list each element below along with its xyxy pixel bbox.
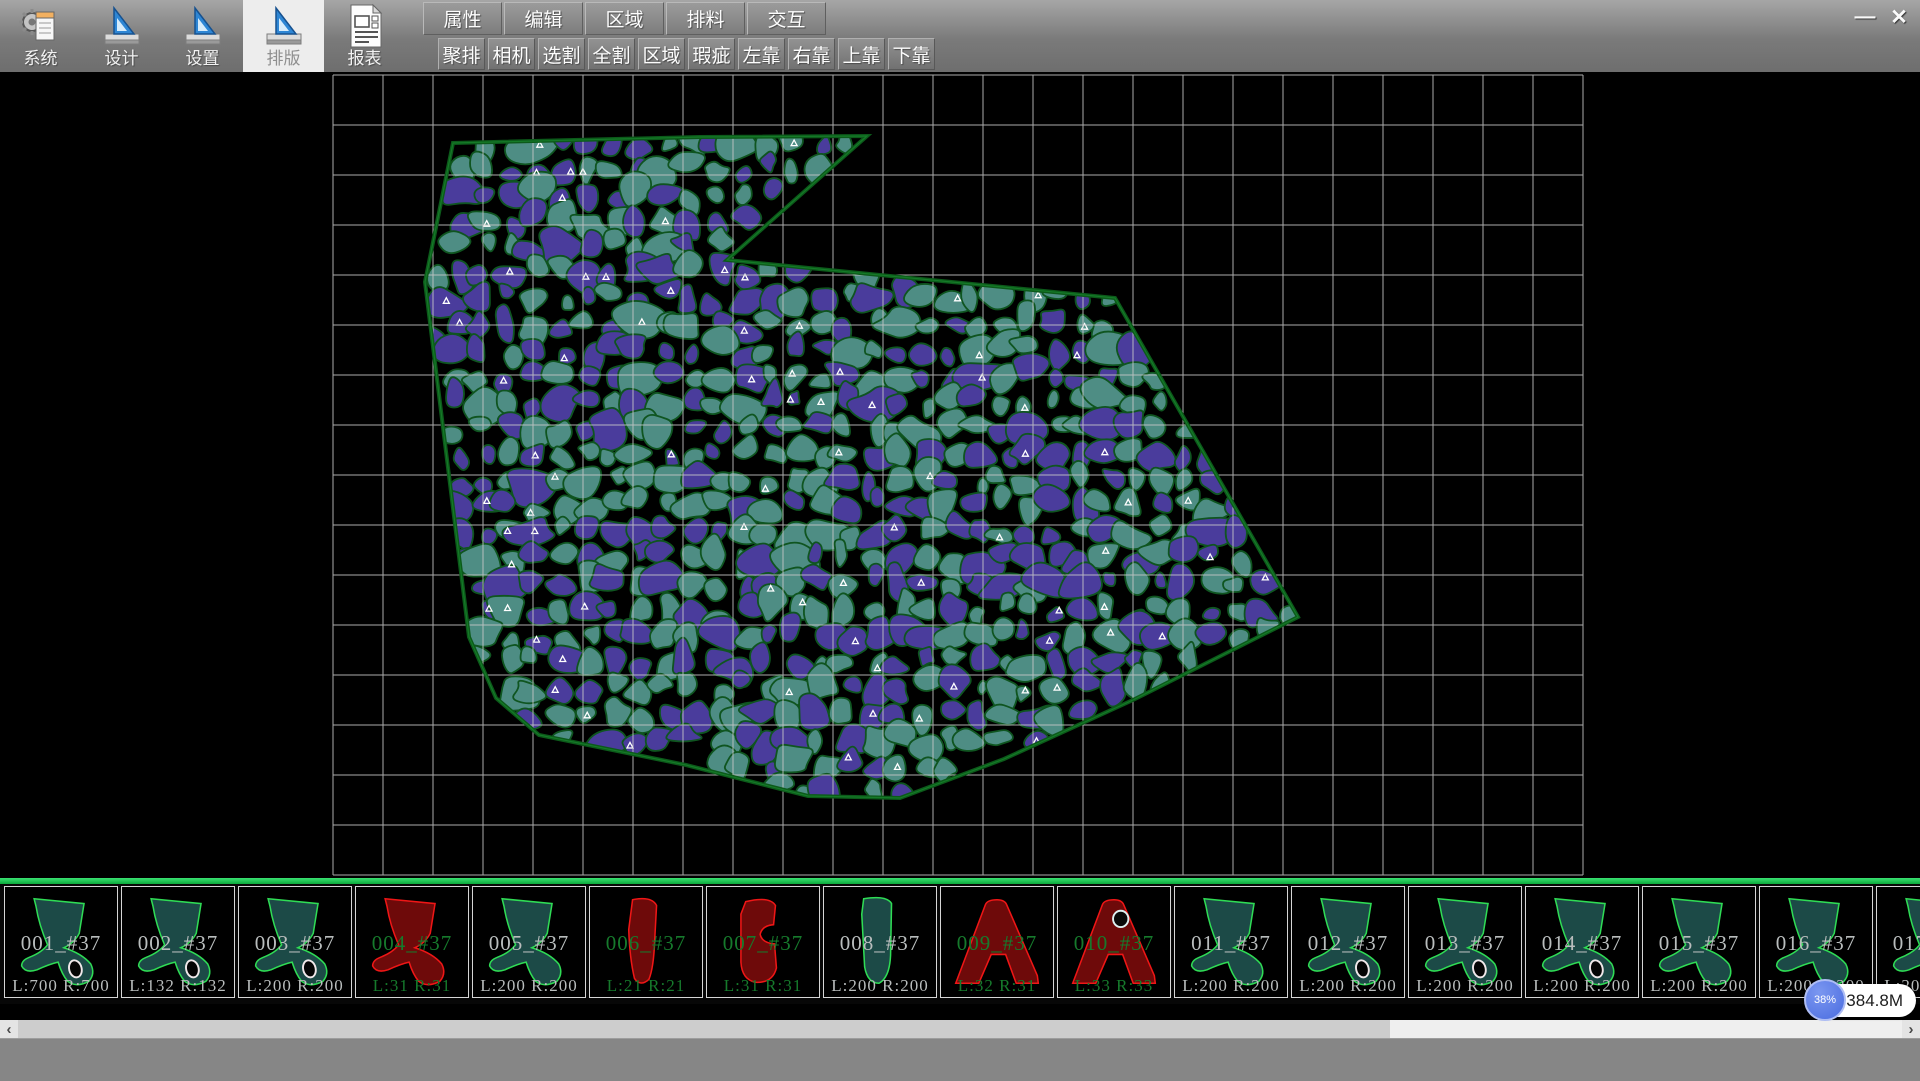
menu-button-区域[interactable]: 区域 — [585, 2, 664, 35]
window-controls: — ✕ — [1850, 3, 1914, 31]
piece-id-label: 008_#37 — [824, 931, 936, 956]
tool-button-聚排[interactable]: 聚排 — [438, 38, 485, 70]
piece-thumbnail-008_#37[interactable]: 008_#37 L:200 R:200 — [823, 886, 937, 998]
tool-button-相机[interactable]: 相机 — [488, 38, 535, 70]
mode-tabs: 系统 设计 设置 排版 报表 — [0, 0, 405, 72]
piece-thumbnail-004_#37[interactable]: 004_#37 L:31 R:31 — [355, 886, 469, 998]
piece-thumbnail-013_#37[interactable]: 013_#37 L:200 R:200 — [1408, 886, 1522, 998]
tool-button-选割[interactable]: 选割 — [538, 38, 585, 70]
mode-tab-系统[interactable]: 系统 — [0, 0, 81, 72]
piece-id-label: 014_#37 — [1526, 931, 1638, 956]
piece-lr-count-label: L:200 R:200 — [473, 976, 585, 996]
menu-row: 属性编辑区域排料交互 — [423, 0, 938, 36]
piece-lr-count-label: L:33 R:33 — [1058, 976, 1170, 996]
status-bar — [0, 1038, 1920, 1081]
piece-thumbnail-010_#37[interactable]: 010_#37 L:33 R:33 — [1057, 886, 1171, 998]
menu-button-编辑[interactable]: 编辑 — [504, 2, 583, 35]
tool-row: 聚排相机选割全割区域瑕疵左靠右靠上靠下靠 — [438, 36, 938, 72]
piece-lr-count-label: L:200 R:200 — [1643, 976, 1755, 996]
piece-id-label: 016_#37 — [1760, 931, 1872, 956]
piece-thumbnail-011_#37[interactable]: 011_#37 L:200 R:200 — [1174, 886, 1288, 998]
toolbar: 系统 设计 设置 排版 报表 属性编辑区域排料交互 聚排相机选割全割区域瑕疵左靠… — [0, 0, 1920, 73]
piece-id-label: 011_#37 — [1175, 931, 1287, 956]
piece-thumbnail-005_#37[interactable]: 005_#37 L:200 R:200 — [472, 886, 586, 998]
menu-button-交互[interactable]: 交互 — [747, 2, 826, 35]
tool-button-区域[interactable]: 区域 — [638, 38, 685, 70]
piece-lr-count-label: L:31 R:31 — [356, 976, 468, 996]
piece-id-label: 015_#37 — [1643, 931, 1755, 956]
tool-button-下靠[interactable]: 下靠 — [888, 38, 935, 70]
scroll-right-arrow-icon[interactable]: › — [1902, 1020, 1920, 1038]
menu-button-排料[interactable]: 排料 — [666, 2, 745, 35]
mode-tab-设置[interactable]: 设置 — [162, 0, 243, 72]
piece-id-label: 009_#37 — [941, 931, 1053, 956]
piece-lr-count-label: L:31 R:31 — [707, 976, 819, 996]
horizontal-scrollbar[interactable]: ‹ › — [0, 1020, 1920, 1038]
piece-id-label: 003_#37 — [239, 931, 351, 956]
piece-id-label: 010_#37 — [1058, 931, 1170, 956]
piece-thumbnail-015_#37[interactable]: 015_#37 L:200 R:200 — [1642, 886, 1756, 998]
memory-percent-badge: 38% — [1804, 979, 1846, 1021]
piece-lr-count-label: L:132 R:132 — [122, 976, 234, 996]
mode-tab-label: 报表 — [348, 49, 382, 69]
piece-thumbnail-017_#37[interactable]: 017_#37 L:200 R:200 — [1876, 886, 1920, 998]
close-button[interactable]: ✕ — [1884, 3, 1914, 31]
piece-lr-count-label: L:200 R:200 — [1526, 976, 1638, 996]
minimize-button[interactable]: — — [1850, 3, 1880, 31]
piece-lr-count-label: L:32 R:31 — [941, 976, 1053, 996]
mode-tab-报表[interactable]: 报表 — [324, 0, 405, 72]
piece-lr-count-label: L:200 R:200 — [1292, 976, 1404, 996]
mode-tab-label: 排版 — [267, 49, 301, 69]
tool-button-左靠[interactable]: 左靠 — [738, 38, 785, 70]
piece-id-label: 007_#37 — [707, 931, 819, 956]
nesting-canvas[interactable] — [0, 72, 1920, 878]
piece-thumbnail-001_#37[interactable]: 001_#37 L:700 R:700 — [4, 886, 118, 998]
tool-button-全割[interactable]: 全割 — [588, 38, 635, 70]
piece-thumbnail-002_#37[interactable]: 002_#37 L:132 R:132 — [121, 886, 235, 998]
piece-id-label: 002_#37 — [122, 931, 234, 956]
piece-thumbnail-007_#37[interactable]: 007_#37 L:31 R:31 — [706, 886, 820, 998]
memory-badge: 38% 384.8M — [1806, 984, 1916, 1017]
mode-tab-label: 设置 — [186, 49, 220, 69]
menu-button-属性[interactable]: 属性 — [423, 2, 502, 35]
scrollbar-thumb[interactable] — [18, 1020, 1390, 1038]
scroll-left-arrow-icon[interactable]: ‹ — [0, 1020, 18, 1038]
piece-lr-count-label: L:200 R:200 — [1409, 976, 1521, 996]
mode-tab-label: 设计 — [105, 49, 139, 69]
settings-ruler-icon — [181, 3, 225, 49]
piece-lr-count-label: L:200 R:200 — [824, 976, 936, 996]
piece-lr-count-label: L:200 R:200 — [239, 976, 351, 996]
nesting-ruler-icon — [262, 3, 306, 49]
mode-tab-排版[interactable]: 排版 — [243, 0, 324, 72]
notepad — [36, 12, 54, 40]
piece-id-label: 001_#37 — [5, 931, 117, 956]
piece-id-label: 012_#37 — [1292, 931, 1404, 956]
tool-button-瑕疵[interactable]: 瑕疵 — [688, 38, 735, 70]
piece-id-label: 017_#37 — [1877, 931, 1920, 956]
piece-id-label: 013_#37 — [1409, 931, 1521, 956]
piece-thumbnail-003_#37[interactable]: 003_#37 L:200 R:200 — [238, 886, 352, 998]
piece-id-label: 005_#37 — [473, 931, 585, 956]
hide-nesting-drawing — [0, 72, 1920, 878]
menu-column: 属性编辑区域排料交互 聚排相机选割全割区域瑕疵左靠右靠上靠下靠 — [423, 0, 938, 72]
piece-id-label: 004_#37 — [356, 931, 468, 956]
piece-lr-count-label: L:200 R:200 — [1175, 976, 1287, 996]
piece-thumbnail-009_#37[interactable]: 009_#37 L:32 R:31 — [940, 886, 1054, 998]
mode-tab-label: 系统 — [24, 49, 58, 69]
piece-lr-count-label: L:21 R:21 — [590, 976, 702, 996]
design-ruler-icon — [100, 3, 144, 49]
piece-lr-count-label: L:700 R:700 — [5, 976, 117, 996]
memory-size-label: 384.8M — [1846, 984, 1903, 1017]
piece-thumbnail-014_#37[interactable]: 014_#37 L:200 R:200 — [1525, 886, 1639, 998]
report-document-icon — [343, 3, 387, 49]
piece-id-label: 006_#37 — [590, 931, 702, 956]
piece-thumbnail-012_#37[interactable]: 012_#37 L:200 R:200 — [1291, 886, 1405, 998]
mode-tab-设计[interactable]: 设计 — [81, 0, 162, 72]
piece-thumbnail-006_#37[interactable]: 006_#37 L:21 R:21 — [589, 886, 703, 998]
tool-button-上靠[interactable]: 上靠 — [838, 38, 885, 70]
system-gear-icon — [18, 3, 64, 49]
piece-thumbnail-strip: 001_#37 L:700 R:700 002_#37 L:132 R:132 … — [0, 884, 1920, 1004]
tool-button-右靠[interactable]: 右靠 — [788, 38, 835, 70]
